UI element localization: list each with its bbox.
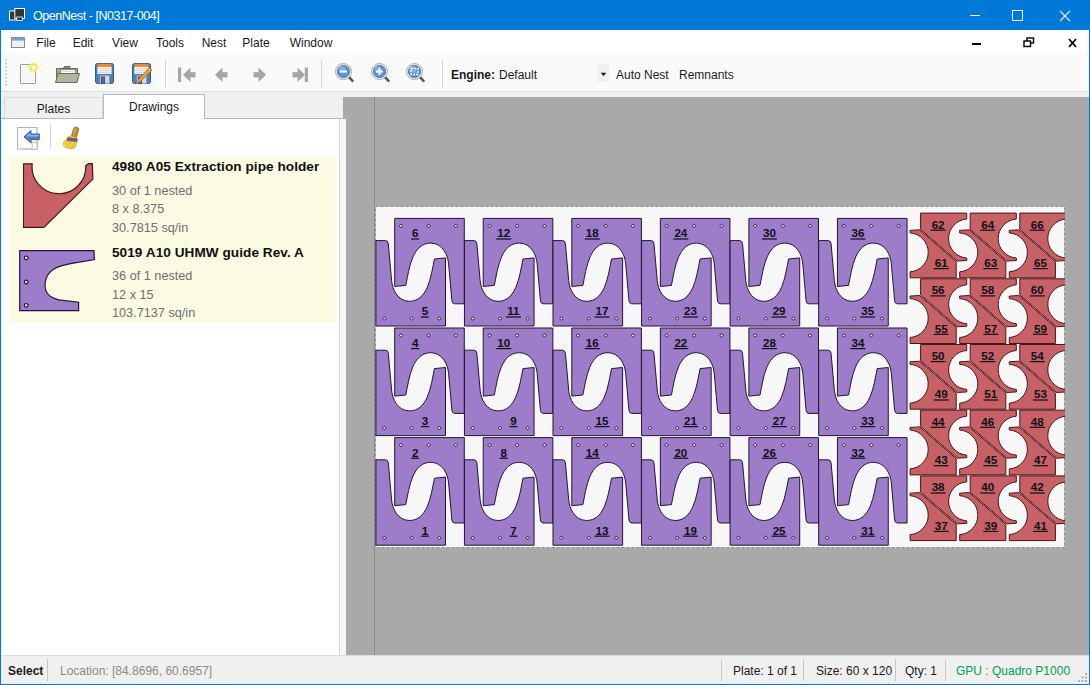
svg-text:18: 18 — [586, 226, 599, 239]
svg-text:26: 26 — [763, 446, 776, 459]
svg-text:36: 36 — [851, 226, 864, 239]
svg-text:14: 14 — [586, 446, 599, 459]
svg-text:12: 12 — [497, 226, 510, 239]
svg-text:64: 64 — [981, 218, 994, 231]
svg-text:56: 56 — [932, 283, 945, 296]
svg-text:58: 58 — [981, 283, 994, 296]
svg-text:43: 43 — [935, 453, 948, 466]
svg-text:52: 52 — [981, 349, 994, 362]
svg-text:54: 54 — [1031, 349, 1044, 362]
svg-text:11: 11 — [507, 304, 520, 317]
svg-text:35: 35 — [861, 304, 874, 317]
svg-text:22: 22 — [674, 336, 687, 349]
svg-text:62: 62 — [932, 218, 945, 231]
svg-text:63: 63 — [984, 256, 997, 269]
svg-text:37: 37 — [935, 519, 948, 532]
svg-text:50: 50 — [932, 349, 945, 362]
svg-text:40: 40 — [981, 480, 994, 493]
svg-text:28: 28 — [763, 336, 776, 349]
svg-text:8: 8 — [501, 446, 508, 459]
svg-text:2: 2 — [412, 446, 418, 459]
svg-text:3: 3 — [422, 414, 429, 427]
svg-text:55: 55 — [935, 322, 948, 335]
svg-text:61: 61 — [935, 256, 948, 269]
svg-text:32: 32 — [851, 446, 864, 459]
svg-text:23: 23 — [684, 304, 697, 317]
svg-text:44: 44 — [932, 415, 945, 428]
svg-text:49: 49 — [935, 387, 948, 400]
svg-text:5: 5 — [422, 304, 429, 317]
svg-text:41: 41 — [1034, 519, 1047, 532]
svg-text:9: 9 — [510, 414, 517, 427]
svg-text:57: 57 — [984, 322, 997, 335]
svg-text:4: 4 — [412, 336, 419, 349]
svg-text:16: 16 — [586, 336, 599, 349]
svg-text:27: 27 — [773, 414, 786, 427]
svg-text:47: 47 — [1034, 453, 1047, 466]
svg-text:13: 13 — [596, 524, 609, 537]
svg-text:7: 7 — [510, 524, 516, 537]
svg-text:53: 53 — [1034, 387, 1047, 400]
svg-text:6: 6 — [412, 226, 419, 239]
svg-text:17: 17 — [596, 304, 609, 317]
svg-text:21: 21 — [684, 414, 697, 427]
svg-text:34: 34 — [851, 336, 864, 349]
svg-text:60: 60 — [1031, 283, 1044, 296]
svg-text:65: 65 — [1034, 256, 1047, 269]
svg-text:45: 45 — [984, 453, 997, 466]
svg-text:1: 1 — [422, 524, 429, 537]
svg-text:66: 66 — [1031, 218, 1044, 231]
svg-text:42: 42 — [1031, 480, 1044, 493]
svg-text:39: 39 — [984, 519, 997, 532]
svg-text:15: 15 — [596, 414, 609, 427]
svg-text:46: 46 — [981, 415, 994, 428]
svg-text:29: 29 — [773, 304, 786, 317]
svg-text:48: 48 — [1031, 415, 1044, 428]
svg-text:25: 25 — [773, 524, 786, 537]
svg-text:31: 31 — [861, 524, 874, 537]
svg-text:19: 19 — [684, 524, 697, 537]
svg-text:20: 20 — [674, 446, 687, 459]
svg-text:24: 24 — [674, 226, 687, 239]
svg-text:59: 59 — [1034, 322, 1047, 335]
svg-text:38: 38 — [932, 480, 945, 493]
svg-text:10: 10 — [497, 336, 510, 349]
svg-text:51: 51 — [984, 387, 997, 400]
svg-text:30: 30 — [763, 226, 776, 239]
svg-text:33: 33 — [861, 414, 874, 427]
